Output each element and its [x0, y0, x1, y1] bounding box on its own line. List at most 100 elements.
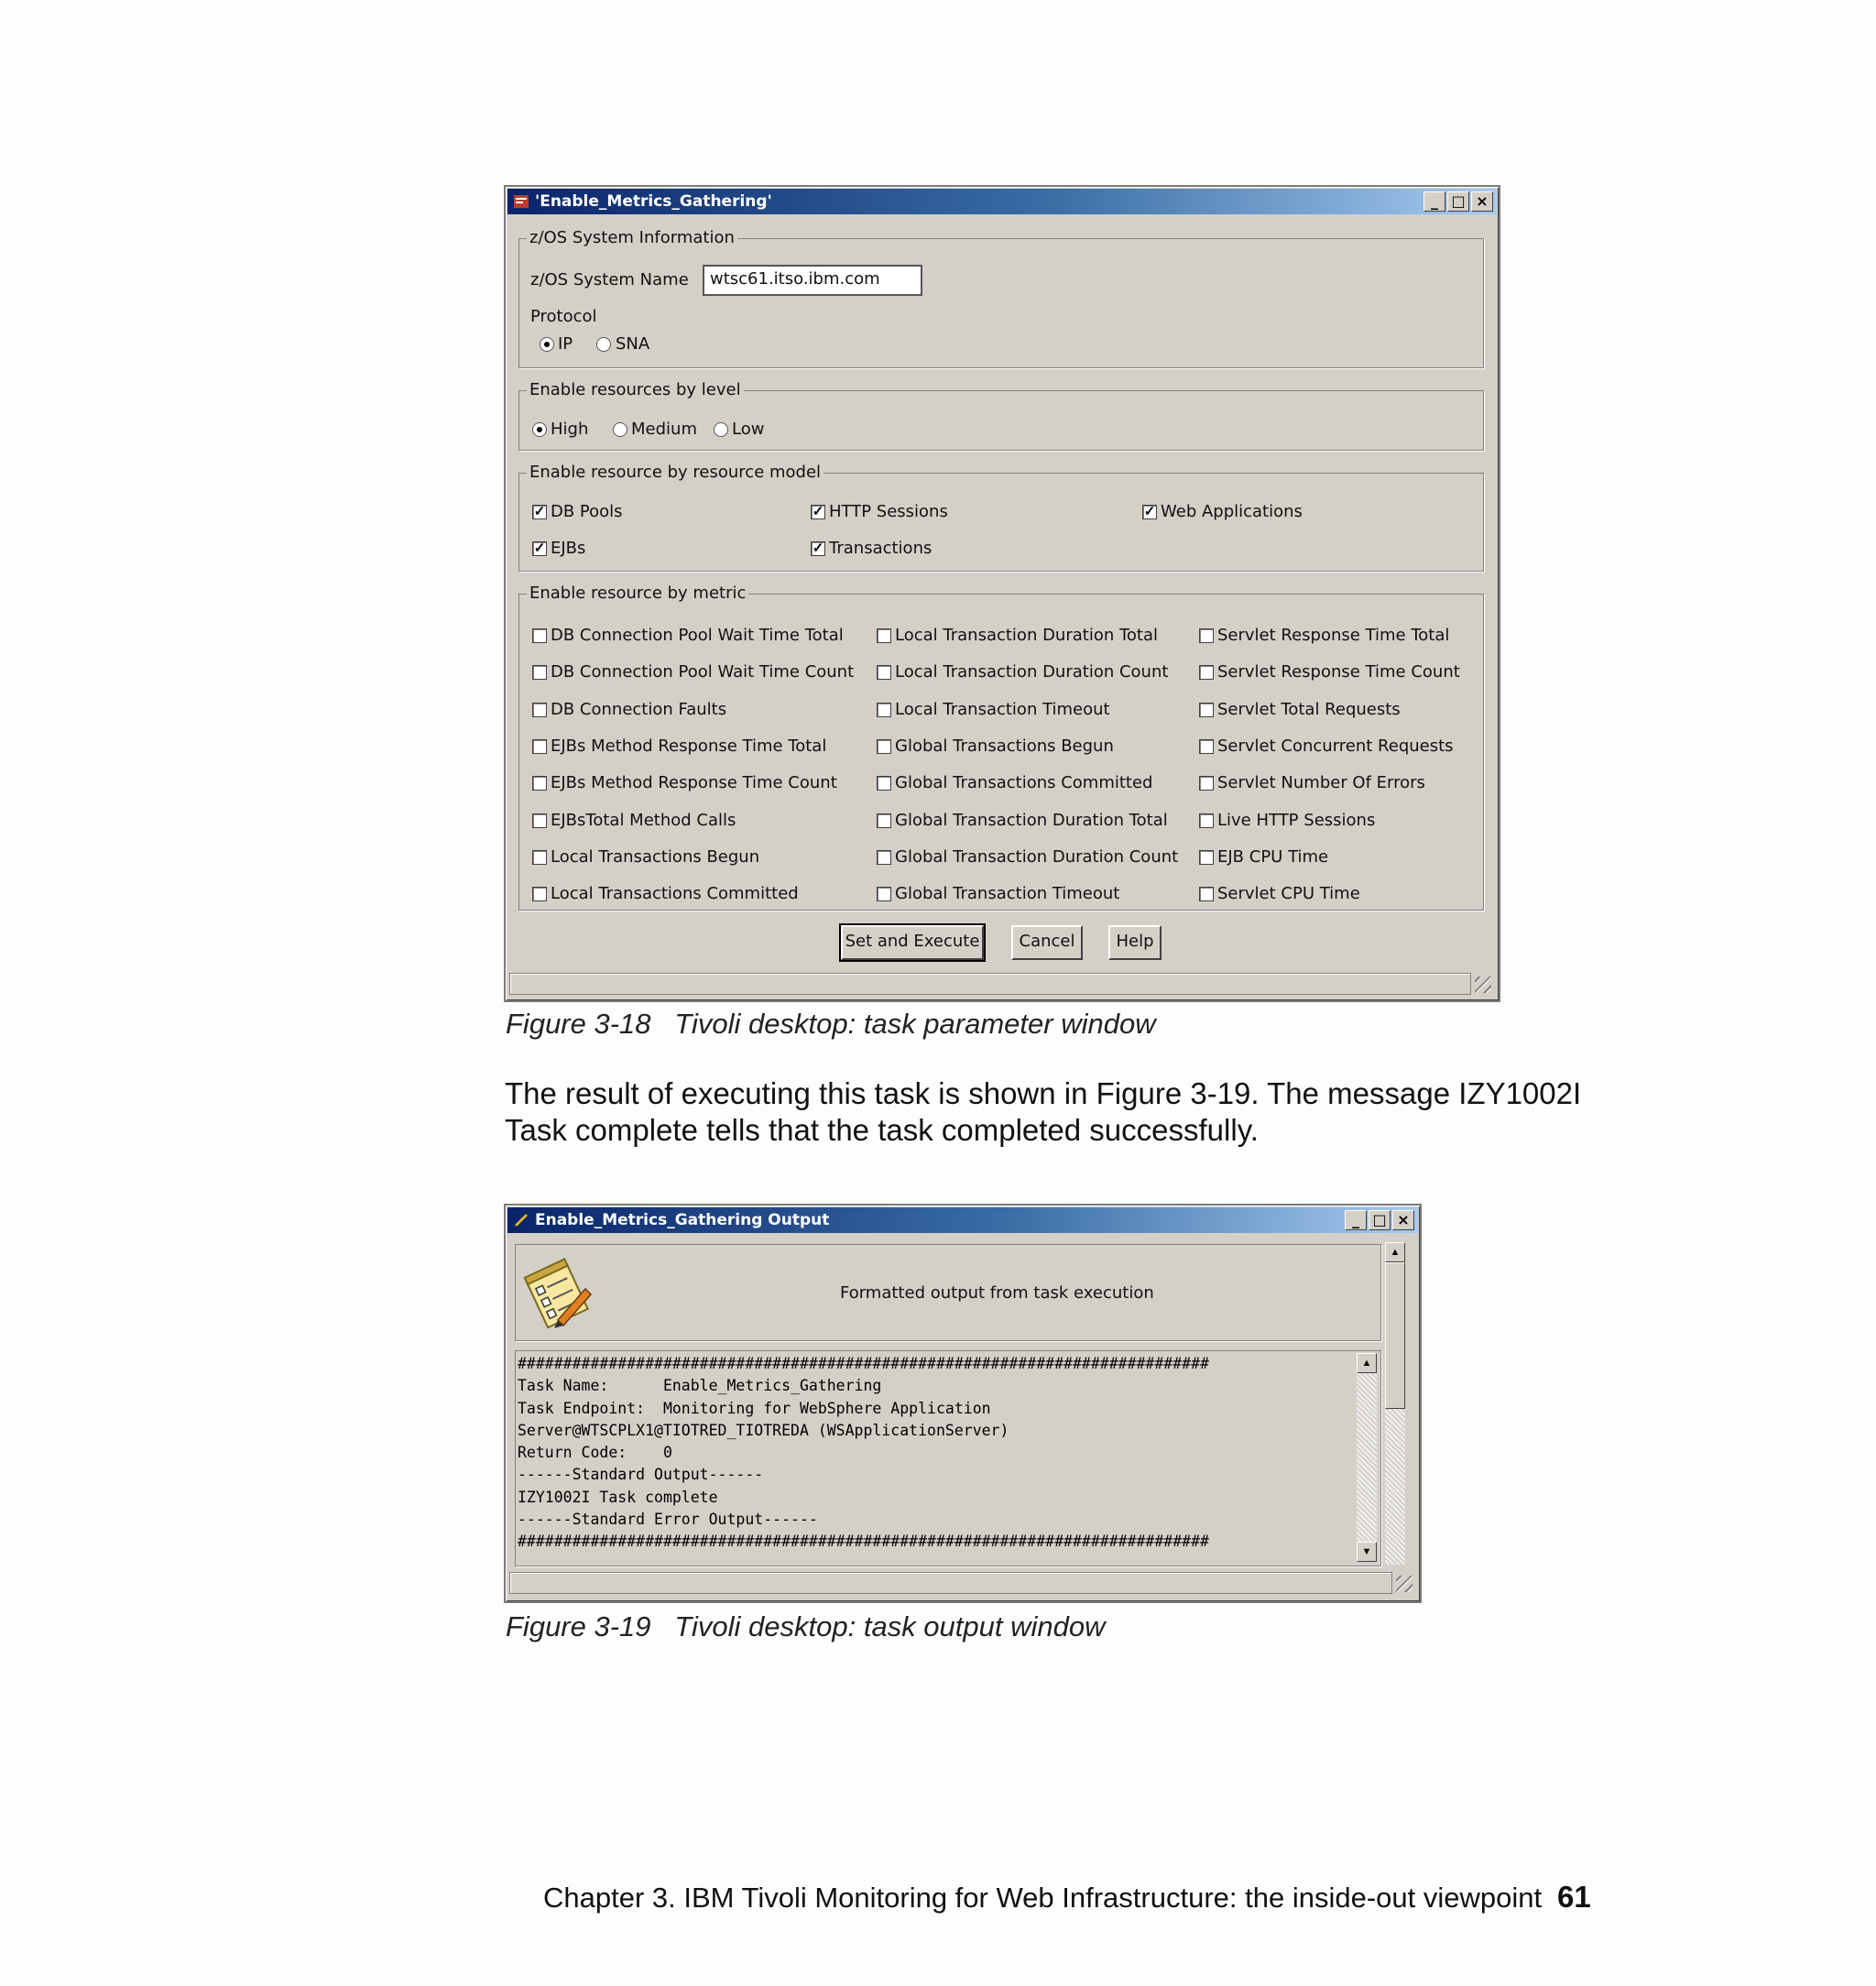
metric-label: DB Connection Pool Wait Time Total: [551, 626, 844, 645]
chapter-footer: Chapter 3. IBM Tivoli Monitoring for Web…: [543, 1882, 1543, 1914]
metric-checkbox[interactable]: [877, 665, 891, 681]
outer-vertical-scrollbar[interactable]: ▲: [1385, 1242, 1405, 1565]
paragraph-line: The result of executing this task is sho…: [505, 1076, 1582, 1110]
output-line: Task Name: Enable_Metrics_Gathering: [518, 1377, 882, 1395]
metric-group: Enable resource by metric DB Connection …: [518, 584, 1484, 911]
metric-label: Global Transaction Duration Count: [895, 846, 1179, 867]
task-output-icon: [514, 1214, 528, 1228]
system-name-field[interactable]: wtsc61.itso.ibm.com: [703, 265, 922, 296]
protocol-label: Protocol: [530, 307, 597, 326]
protocol-sna-label: SNA: [616, 334, 650, 354]
metric-checkbox[interactable]: [877, 849, 891, 865]
metric-label: Local Transactions Committed: [551, 884, 799, 904]
metric-label: Global Transaction Duration Total: [895, 810, 1168, 830]
metric-label: Servlet Total Requests: [1217, 699, 1401, 719]
metric-checkbox[interactable]: [1199, 887, 1214, 902]
figure-caption-3-19: Figure 3-19 Tivoli desktop: task output …: [506, 1610, 1106, 1642]
metric-checkbox[interactable]: [1199, 738, 1214, 754]
metric-checkbox[interactable]: [877, 813, 891, 828]
transactions-checkbox[interactable]: ✓: [811, 541, 825, 556]
metric-checkbox[interactable]: [532, 628, 547, 643]
output-text-area[interactable]: ########################################…: [518, 1353, 1349, 1562]
output-header-panel: Formatted output from task execution: [515, 1244, 1381, 1341]
metric-checkbox[interactable]: [532, 665, 547, 681]
body-paragraph: The result of executing this task is sho…: [505, 1075, 1842, 1149]
level-group: Enable resources by level High Medium Lo…: [518, 380, 1484, 451]
scroll-up-icon[interactable]: ▲: [1357, 1353, 1377, 1373]
output-line: Return Code: 0: [518, 1444, 672, 1462]
scroll-up-icon[interactable]: ▲: [1385, 1242, 1405, 1262]
http-sessions-checkbox[interactable]: ✓: [811, 505, 825, 519]
output-line: ------Standard Error Output------: [518, 1511, 818, 1529]
protocol-ip-radio[interactable]: [540, 337, 554, 352]
help-button[interactable]: Help: [1108, 925, 1162, 960]
metric-label: EJBs Method Response Time Total: [551, 736, 827, 756]
output-line: ########################################…: [518, 1533, 1209, 1551]
web-applications-checkbox[interactable]: ✓: [1142, 505, 1157, 519]
metric-checkbox[interactable]: [1199, 776, 1214, 791]
level-high-label: High: [551, 420, 589, 439]
title-bar[interactable]: Enable_Metrics_Gathering Output _ □ ×: [507, 1207, 1418, 1233]
metric-label: Local Transaction Duration Total: [895, 626, 1159, 645]
metric-label: Live HTTP Sessions: [1217, 810, 1376, 830]
metric-checkbox[interactable]: [532, 776, 547, 791]
close-icon[interactable]: ×: [1471, 191, 1493, 212]
http-sessions-label: HTTP Sessions: [829, 502, 948, 521]
db-pools-checkbox[interactable]: ✓: [532, 505, 547, 519]
window-title: Enable_Metrics_Gathering Output: [535, 1211, 830, 1229]
status-bar: [509, 1572, 1392, 1594]
metric-checkbox[interactable]: [877, 738, 891, 754]
task-parameter-window: 'Enable_Metrics_Gathering' _ □ × z/OS Sy…: [504, 185, 1500, 1002]
level-low-radio[interactable]: [714, 422, 728, 437]
protocol-sna-radio[interactable]: [596, 337, 611, 352]
ejbs-checkbox[interactable]: ✓: [532, 541, 547, 556]
cancel-button[interactable]: Cancel: [1011, 925, 1083, 960]
title-bar[interactable]: 'Enable_Metrics_Gathering' _ □ ×: [507, 189, 1497, 214]
scroll-thumb[interactable]: [1385, 1262, 1405, 1409]
group-label: Enable resource by metric: [527, 584, 749, 603]
metric-checkbox[interactable]: [877, 887, 891, 902]
minimize-icon[interactable]: _: [1345, 1210, 1367, 1230]
task-output-window: Enable_Metrics_Gathering Output _ □ × Fo…: [504, 1204, 1422, 1603]
metric-checkbox[interactable]: [532, 738, 547, 754]
paragraph-line: Task complete tells that the task comple…: [505, 1113, 1259, 1147]
metric-checkbox[interactable]: [1199, 849, 1214, 865]
resize-grip[interactable]: [1475, 977, 1491, 993]
metric-checkbox[interactable]: [877, 702, 891, 717]
metric-label: Local Transactions Begun: [551, 846, 760, 867]
metric-label: Servlet Concurrent Requests: [1217, 736, 1454, 756]
metric-checkbox[interactable]: [1199, 702, 1214, 717]
metric-checkbox[interactable]: [1199, 628, 1214, 643]
metric-checkbox[interactable]: [1199, 813, 1214, 828]
system-info-group: z/OS System Information z/OS System Name…: [518, 228, 1484, 368]
resize-grip[interactable]: [1396, 1576, 1412, 1592]
group-label: Enable resources by level: [527, 380, 744, 399]
inner-vertical-scrollbar[interactable]: ▲ ▼: [1357, 1353, 1377, 1562]
metric-checkbox[interactable]: [532, 702, 547, 717]
metric-checkbox[interactable]: [532, 887, 547, 902]
output-line: ########################################…: [518, 1355, 1209, 1372]
level-high-radio[interactable]: [532, 422, 547, 437]
metric-label: Local Transaction Duration Count: [895, 662, 1169, 682]
metric-checkbox[interactable]: [532, 849, 547, 865]
minimize-icon[interactable]: _: [1423, 191, 1445, 212]
scroll-down-icon[interactable]: ▼: [1357, 1542, 1377, 1562]
output-text-panel: ########################################…: [515, 1350, 1381, 1566]
metric-checkbox[interactable]: [877, 776, 891, 791]
output-line: ------Standard Output------: [518, 1466, 764, 1484]
transactions-label: Transactions: [829, 539, 933, 558]
maximize-icon[interactable]: □: [1447, 191, 1469, 212]
level-medium-radio[interactable]: [613, 422, 627, 437]
output-line: Task Endpoint: Monitoring for WebSphere …: [518, 1399, 991, 1417]
metric-checkbox[interactable]: [1199, 665, 1214, 681]
maximize-icon[interactable]: □: [1369, 1210, 1391, 1230]
web-applications-label: Web Applications: [1161, 502, 1303, 521]
close-icon[interactable]: ×: [1392, 1210, 1414, 1230]
group-label: Enable resource by resource model: [527, 463, 824, 482]
set-and-execute-button[interactable]: Set and Execute: [839, 923, 986, 962]
metric-label: Global Transactions Begun: [895, 736, 1114, 756]
metric-label: Servlet Number Of Errors: [1217, 773, 1425, 793]
metric-checkbox[interactable]: [877, 628, 891, 643]
window-title: 'Enable_Metrics_Gathering': [535, 192, 772, 211]
metric-checkbox[interactable]: [532, 813, 547, 828]
